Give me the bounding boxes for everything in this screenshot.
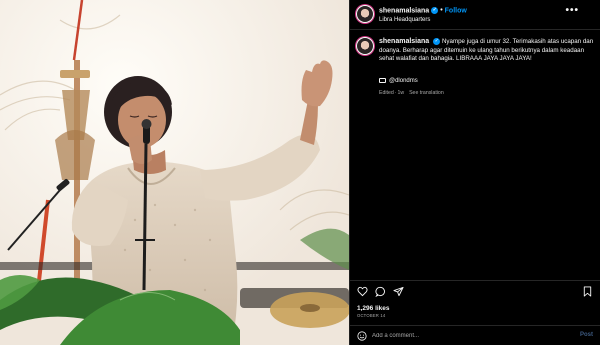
username-row: shenamalsiana ✓ • Follow: [379, 7, 467, 14]
caption-avatar[interactable]: [356, 37, 374, 55]
comment-input[interactable]: [372, 330, 542, 342]
instagram-post: shenamalsiana ✓ • Follow Libra Headquarters…: [0, 0, 600, 345]
separator-dot: •: [440, 7, 443, 15]
post-header: shenamalsiana ✓ • Follow Libra Headquarters…: [350, 0, 600, 30]
mention-link[interactable]: @dlondms: [389, 78, 418, 84]
comment-icon[interactable]: [375, 286, 386, 297]
caption-meta: Edited·1w See translation: [379, 90, 444, 96]
heart-icon[interactable]: [357, 286, 368, 297]
edited-label: Edited: [379, 90, 394, 96]
caption-username[interactable]: shenamalsiana: [379, 38, 429, 45]
post-comment-button[interactable]: Post: [580, 332, 593, 338]
action-bar: [350, 280, 600, 302]
post-date: OCTOBER 14: [357, 313, 386, 318]
tagged-people-icon: [379, 78, 386, 83]
avatar[interactable]: [356, 5, 374, 23]
emoji-icon[interactable]: [357, 331, 367, 341]
bookmark-icon[interactable]: [582, 286, 593, 297]
post-age[interactable]: 1w: [397, 90, 404, 96]
see-translation-link[interactable]: See translation: [409, 90, 444, 96]
likes-count[interactable]: 1,296 likes: [357, 305, 390, 312]
verified-icon: ✓: [431, 7, 439, 14]
singer-photo-illustration: [0, 0, 349, 345]
verified-icon: ✓: [433, 38, 441, 45]
share-icon[interactable]: [393, 286, 404, 297]
location-link[interactable]: Libra Headquarters: [379, 17, 430, 23]
add-comment-bar: Post: [350, 325, 600, 345]
post-photo[interactable]: [0, 0, 349, 345]
caption-text-block: shenamalsiana ✓ Nyampe juga di umur 32. T…: [379, 38, 594, 64]
tagged-mention: @dlondms: [379, 78, 418, 84]
follow-button[interactable]: Follow: [445, 7, 467, 14]
more-icon[interactable]: •••: [565, 5, 579, 16]
post-details-panel: shenamalsiana ✓ • Follow Libra Headquarters…: [349, 0, 600, 345]
username-link[interactable]: shenamalsiana: [379, 7, 429, 14]
